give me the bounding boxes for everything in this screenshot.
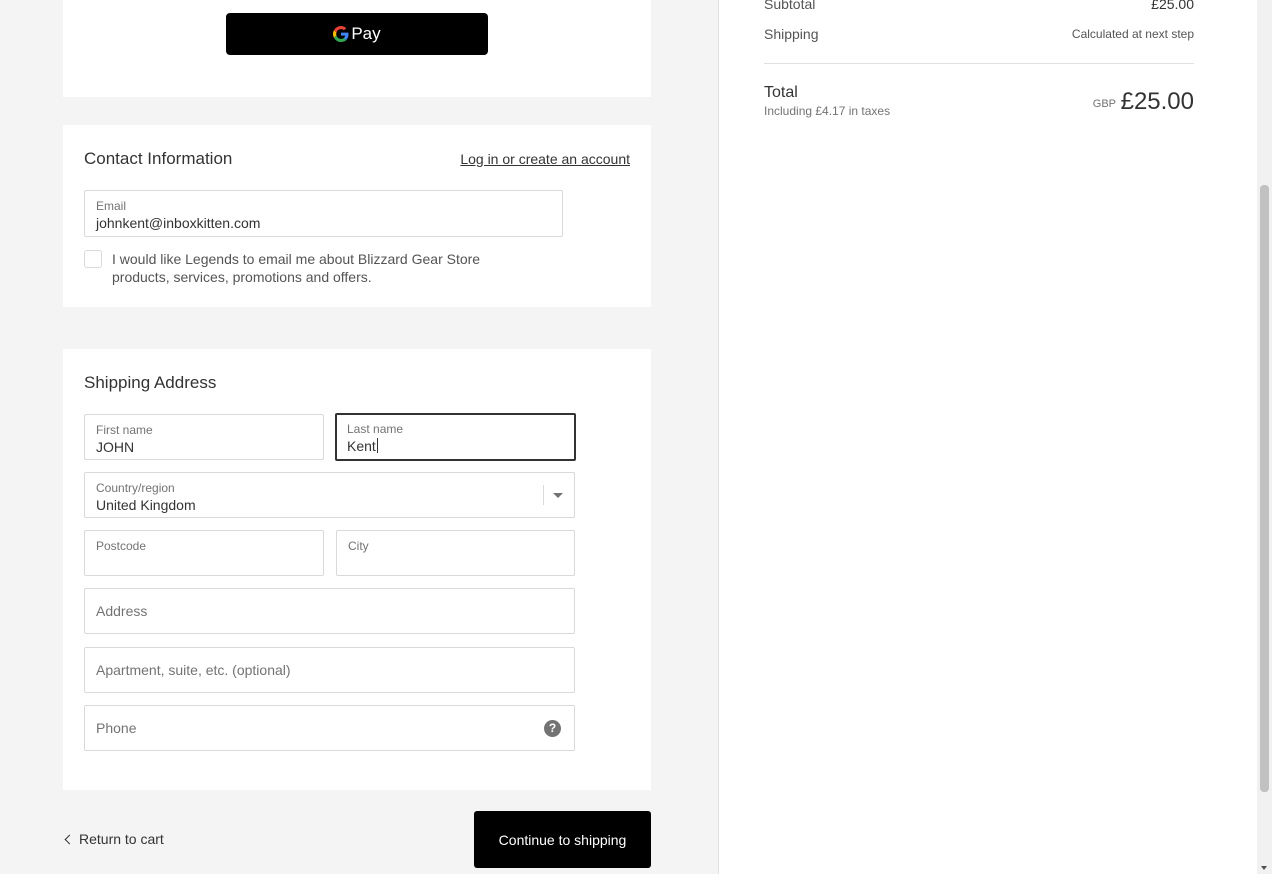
google-pay-label: Pay: [351, 24, 381, 43]
total-amount: £25.00: [1120, 88, 1194, 115]
address-placeholder: Address: [96, 603, 148, 619]
subtotal-label: Subtotal: [764, 0, 816, 12]
last-name-label: Last name: [347, 422, 404, 436]
total-label: Total: [764, 84, 798, 101]
apartment-field[interactable]: Apartment, suite, etc. (optional): [84, 647, 575, 693]
address-field[interactable]: Address: [84, 588, 575, 634]
email-value: johnkent@inboxkitten.com: [96, 215, 261, 231]
country-label: Country/region: [96, 481, 175, 495]
contact-information-card: Contact Information Log in or create an …: [63, 125, 651, 307]
currency-code: GBP: [1092, 98, 1116, 110]
email-field[interactable]: Email johnkent@inboxkitten.com: [84, 190, 563, 237]
phone-placeholder: Phone: [96, 720, 137, 736]
chevron-left-icon: [64, 834, 75, 844]
continue-to-shipping-button[interactable]: Continue to shipping: [474, 811, 651, 868]
city-label: City: [348, 539, 369, 553]
last-name-value: Kent: [347, 438, 376, 454]
shipping-title: Shipping Address: [84, 373, 217, 392]
shipping-label: Shipping: [764, 26, 819, 42]
shipping-value: Calculated at next step: [1071, 27, 1194, 41]
checkout-main: Pay Contact Information Log in or create…: [0, 0, 719, 874]
summary-divider: [764, 63, 1194, 64]
first-name-field[interactable]: First name JOHN: [84, 414, 324, 460]
shipping-row: Shipping Calculated at next step: [764, 26, 1194, 42]
text-caret: [376, 438, 378, 453]
first-name-value: JOHN: [96, 439, 135, 455]
return-to-cart-link[interactable]: Return to cart: [63, 831, 164, 847]
last-name-value-wrap: Kent: [347, 438, 378, 454]
scroll-down-arrow-icon[interactable]: [1261, 866, 1267, 870]
postcode-field[interactable]: Postcode: [84, 530, 324, 576]
google-pay-button[interactable]: Pay: [226, 13, 488, 55]
contact-title: Contact Information: [84, 149, 233, 168]
return-to-cart-label: Return to cart: [79, 831, 164, 847]
first-name-label: First name: [96, 423, 153, 437]
page-scrollbar[interactable]: [1257, 0, 1272, 874]
shipping-address-card: Shipping Address First name JOHN Last na…: [63, 349, 651, 790]
postcode-label: Postcode: [96, 539, 147, 553]
scrollbar-thumb[interactable]: [1260, 185, 1269, 792]
marketing-checkbox[interactable]: [84, 250, 102, 268]
marketing-label: I would like Legends to email me about B…: [112, 251, 481, 285]
login-link[interactable]: Log in or create an account: [460, 151, 630, 167]
country-select[interactable]: Country/region United Kingdom: [84, 472, 575, 518]
select-separator: [543, 485, 544, 505]
express-checkout-card: Pay: [63, 0, 651, 97]
city-field[interactable]: City: [336, 530, 575, 576]
question-circle-icon[interactable]: ?: [544, 720, 561, 737]
last-name-field[interactable]: Last name Kent: [335, 413, 576, 461]
apartment-placeholder: Apartment, suite, etc. (optional): [96, 662, 291, 678]
email-label: Email: [96, 199, 127, 213]
google-g-icon: [333, 26, 349, 42]
order-summary: Subtotal £25.00 Shipping Calculated at n…: [720, 0, 1257, 874]
subtotal-value: £25.00: [1151, 0, 1194, 12]
phone-field[interactable]: Phone ?: [84, 705, 575, 751]
chevron-down-icon: [553, 493, 563, 498]
tax-note: Including £4.17 in taxes: [764, 104, 891, 118]
subtotal-row: Subtotal £25.00: [764, 0, 1194, 12]
country-value: United Kingdom: [96, 497, 196, 513]
